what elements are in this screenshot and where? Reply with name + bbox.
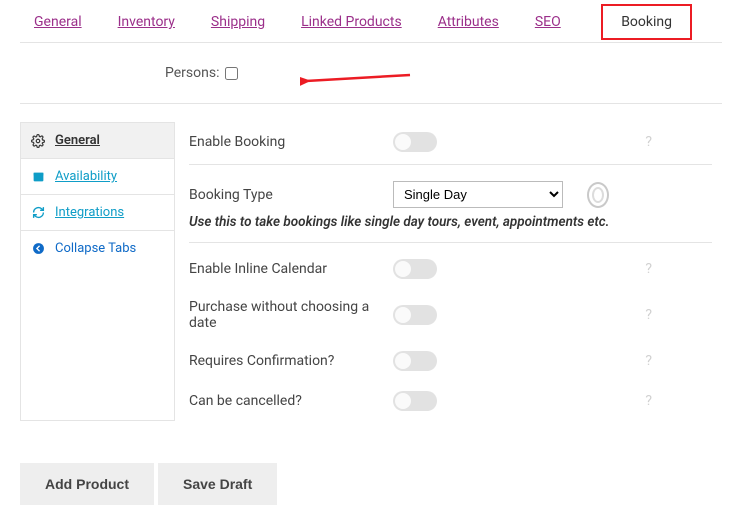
tab-general[interactable]: General [34, 14, 82, 30]
tab-booking-highlight: Booking [601, 4, 692, 40]
persons-label: Persons: [165, 65, 219, 81]
field-label-booking-type: Booking Type [189, 187, 379, 203]
refresh-icon [31, 206, 45, 219]
sidebar-item-label: General [55, 133, 100, 148]
sidebar-item-collapse[interactable]: Collapse Tabs [21, 231, 174, 266]
tab-shipping[interactable]: Shipping [211, 14, 265, 30]
tab-seo[interactable]: SEO [535, 14, 561, 30]
sidebar-item-general[interactable]: General [21, 123, 174, 159]
tab-linked-products[interactable]: Linked Products [301, 14, 402, 30]
toggle-enable-booking[interactable] [393, 132, 437, 152]
field-label-enable-booking: Enable Booking [189, 134, 379, 150]
toggle-purchase-no-date[interactable] [393, 305, 437, 325]
booking-type-hint: Use this to take bookings like single da… [189, 212, 712, 240]
sidebar-item-label: Collapse Tabs [55, 241, 136, 256]
sidebar-item-integrations[interactable]: Integrations [21, 195, 174, 231]
field-label-inline-calendar: Enable Inline Calendar [189, 261, 379, 277]
help-icon[interactable]: ? [645, 261, 652, 277]
gear-icon [31, 134, 45, 148]
field-label-cancellable: Can be cancelled? [189, 393, 379, 409]
help-icon[interactable]: ? [645, 393, 652, 409]
toggle-cancellable[interactable] [393, 391, 437, 411]
save-draft-button[interactable]: Save Draft [158, 463, 277, 505]
tab-booking[interactable]: Booking [621, 14, 672, 30]
annotation-arrow-icon [300, 69, 420, 91]
main-settings: Enable Booking ? Booking Type Single Day… [189, 122, 722, 421]
help-icon[interactable]: ? [645, 134, 652, 150]
footer-actions: Add Product Save Draft [20, 421, 722, 505]
toggle-inline-calendar[interactable] [393, 259, 437, 279]
persons-row: Persons: [20, 43, 722, 104]
calendar-icon [31, 170, 45, 183]
fingerprint-icon [587, 182, 609, 208]
arrow-left-circle-icon [31, 242, 45, 255]
tab-inventory[interactable]: Inventory [118, 14, 175, 30]
select-booking-type[interactable]: Single Day [393, 181, 563, 208]
field-label-purchase-no-date: Purchase without choosing a date [189, 299, 379, 331]
persons-checkbox[interactable] [225, 67, 238, 80]
toggle-requires-confirmation[interactable] [393, 351, 437, 371]
help-icon[interactable]: ? [645, 353, 652, 369]
add-product-button[interactable]: Add Product [20, 463, 154, 505]
help-icon[interactable]: ? [645, 307, 652, 323]
sidebar: General Availability Integrations Collap… [20, 122, 175, 421]
sidebar-item-availability[interactable]: Availability [21, 159, 174, 195]
top-tabs: General Inventory Shipping Linked Produc… [20, 14, 722, 43]
sidebar-item-label: Integrations [55, 205, 124, 220]
field-label-requires-confirmation: Requires Confirmation? [189, 353, 379, 369]
sidebar-item-label: Availability [55, 169, 117, 184]
tab-attributes[interactable]: Attributes [438, 14, 499, 30]
